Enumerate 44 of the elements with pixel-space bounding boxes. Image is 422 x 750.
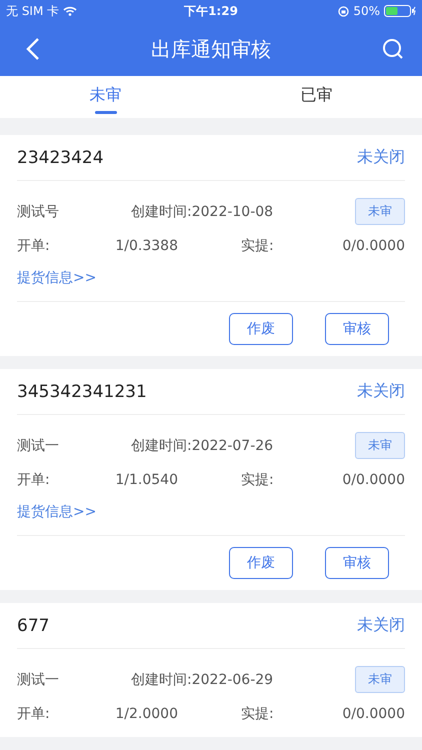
picked-value: 0/0.0000 <box>341 472 405 488</box>
clock: 下午1:29 <box>184 2 238 20</box>
battery-percent: 50% <box>353 4 380 18</box>
tab[interactable]: 未审 <box>0 76 211 118</box>
billed-value: 1/2.0000 <box>114 706 178 722</box>
created-date: 创建时间:2022-07-26 <box>131 436 274 454</box>
page-title: 出库通知审核 <box>151 36 271 62</box>
order-number: 345342341231 <box>17 382 147 402</box>
close-status: 未关闭 <box>357 381 405 402</box>
picked-label: 实提: <box>241 237 275 255</box>
void-button[interactable]: 作废 <box>229 313 293 345</box>
pickup-info-link[interactable]: 提货信息>> <box>17 504 96 520</box>
close-status: 未关闭 <box>357 147 405 168</box>
order-number: 677 <box>17 616 50 636</box>
battery-icon <box>384 5 416 17</box>
picked-label: 实提: <box>241 471 275 489</box>
billed-label: 开单: <box>17 705 51 723</box>
back-icon[interactable] <box>26 37 40 61</box>
approve-button[interactable]: 审核 <box>325 313 389 345</box>
billed-value: 1/0.3388 <box>114 238 178 254</box>
void-button[interactable]: 作废 <box>229 547 293 579</box>
wifi-icon <box>63 6 78 16</box>
customer-name: 测试一 <box>17 436 60 454</box>
billed-value: 1/1.0540 <box>114 472 178 488</box>
picked-value: 0/0.0000 <box>341 706 405 722</box>
customer-name: 测试号 <box>17 202 60 220</box>
picked-value: 0/0.0000 <box>341 238 405 254</box>
approve-button[interactable]: 审核 <box>325 547 389 579</box>
carrier: 无 SIM 卡 <box>6 2 60 20</box>
billed-label: 开单: <box>17 471 51 489</box>
rotation-lock-icon <box>338 6 350 16</box>
pickup-info-link[interactable]: 提货信息>> <box>17 270 96 286</box>
created-date: 创建时间:2022-10-08 <box>131 202 274 220</box>
order-number: 23423424 <box>17 148 104 168</box>
status-badge: 未审 <box>355 432 405 459</box>
search-icon[interactable] <box>382 38 404 60</box>
customer-name: 测试一 <box>17 670 60 688</box>
status-badge: 未审 <box>355 666 405 693</box>
status-badge: 未审 <box>355 198 405 225</box>
created-date: 创建时间:2022-06-29 <box>131 670 274 688</box>
picked-label: 实提: <box>241 705 275 723</box>
close-status: 未关闭 <box>357 615 405 636</box>
tab[interactable]: 已审 <box>211 76 422 118</box>
billed-label: 开单: <box>17 237 51 255</box>
